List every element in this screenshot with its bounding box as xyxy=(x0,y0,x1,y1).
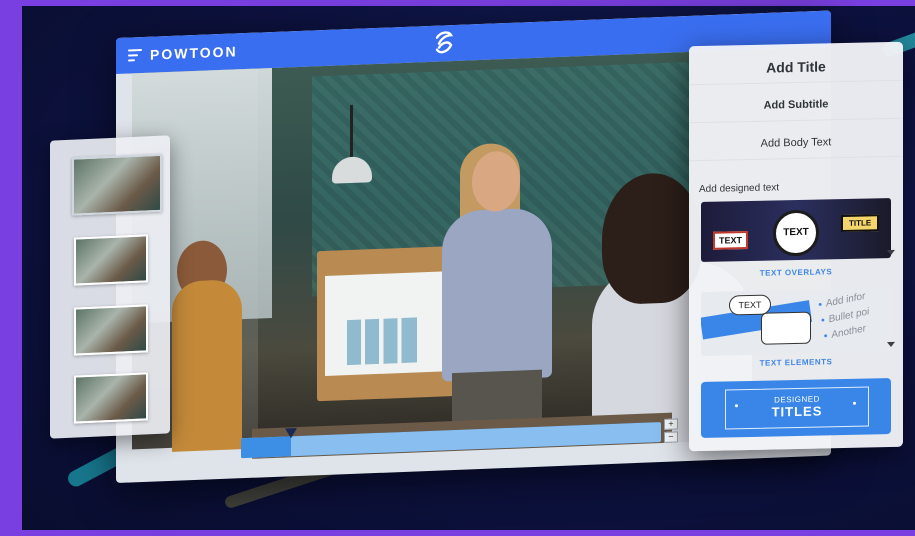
add-body-text-button[interactable]: Add Body Text xyxy=(689,125,903,162)
bullet-list-sample: • Add infor • Bullet poi • Another xyxy=(817,290,871,343)
audience-person-left xyxy=(172,279,242,452)
audience-person-right-head xyxy=(602,171,702,306)
caret-down-icon[interactable] xyxy=(887,249,895,256)
timeline-progress xyxy=(241,436,292,459)
designed-text-heading: Add designed text xyxy=(699,182,780,196)
powtoon-logo-icon xyxy=(435,31,453,54)
designed-titles-preview[interactable]: DESIGNED TITLES xyxy=(701,378,891,438)
scene-thumbnail[interactable] xyxy=(74,372,148,424)
text-overlays-preview[interactable]: TEXT TEXT TITLE xyxy=(701,198,891,262)
zoom-in-button[interactable]: + xyxy=(664,418,678,430)
hamburger-menu-icon[interactable] xyxy=(128,49,142,62)
overlay-sample: TITLE xyxy=(841,214,880,233)
scene-thumbnail-panel xyxy=(50,135,170,439)
add-subtitle-button[interactable]: Add Subtitle xyxy=(689,87,903,124)
add-title-button[interactable]: Add Title xyxy=(689,49,903,86)
text-panel: Add Title Add Subtitle Add Body Text Add… xyxy=(689,41,903,452)
lamp-cord xyxy=(350,104,353,160)
text-elements-label[interactable]: TEXT ELEMENTS xyxy=(689,356,903,369)
zoom-out-button[interactable]: − xyxy=(664,431,678,443)
playhead-marker[interactable] xyxy=(285,428,298,439)
zoom-controls: + − xyxy=(664,418,678,443)
caret-down-icon[interactable] xyxy=(887,341,895,348)
designed-titles-big: TITLES xyxy=(771,403,823,420)
speech-bubble-sample xyxy=(761,311,811,345)
bullet-item: Another xyxy=(830,323,867,341)
text-overlays-label[interactable]: TEXT OVERLAYS xyxy=(689,266,903,279)
overlay-sample: TEXT xyxy=(773,209,819,257)
scene-thumbnail[interactable] xyxy=(74,304,148,356)
board-chart-graphic xyxy=(347,317,417,366)
scene-thumbnail[interactable] xyxy=(74,234,148,286)
overlay-sample: TEXT xyxy=(713,231,749,250)
presenter xyxy=(442,207,552,382)
scene-thumbnail[interactable] xyxy=(72,153,162,216)
brand-name: POWTOON xyxy=(150,43,238,63)
text-elements-preview[interactable]: TEXT • Add infor • Bullet poi • Another xyxy=(701,288,891,356)
designed-titles-frame: DESIGNED TITLES xyxy=(725,386,869,430)
